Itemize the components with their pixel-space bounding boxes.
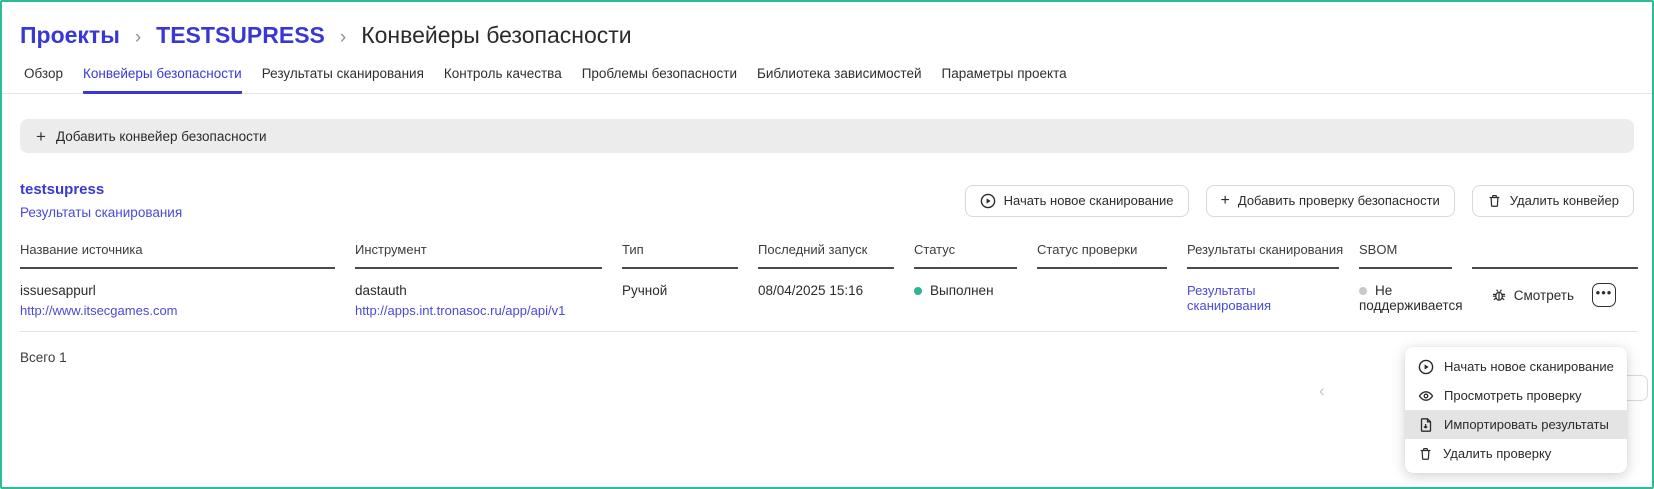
source-name: issuesappurl: [20, 283, 335, 298]
tab-security-issues[interactable]: Проблемы безопасности: [582, 66, 737, 93]
bug-icon: [1491, 287, 1507, 303]
tab-overview[interactable]: Обзор: [24, 66, 63, 93]
row-context-menu: Начать новое сканирование Просмотреть пр…: [1405, 347, 1627, 473]
tool-name: dastauth: [355, 283, 602, 298]
breadcrumb-projects-link[interactable]: Проекты: [20, 22, 120, 49]
add-pipeline-button[interactable]: + Добавить конвейер безопасности: [20, 119, 1634, 153]
col-actions: [1472, 242, 1638, 269]
start-scan-button[interactable]: Начать новое сканирование: [965, 185, 1189, 217]
pipelines-table: Название источника Инструмент Тип Послед…: [20, 242, 1638, 332]
plus-icon: +: [1221, 192, 1230, 210]
chevron-right-icon: ›: [135, 27, 141, 49]
col-tool: Инструмент: [355, 242, 622, 269]
col-type: Тип: [622, 242, 758, 269]
pipeline-title-block: testsupress Результаты сканирования: [20, 181, 182, 220]
tab-dependency-library[interactable]: Библиотека зависимостей: [757, 66, 921, 93]
tab-bar: Обзор Конвейеры безопасности Результаты …: [2, 66, 1652, 94]
app-window: Проекты › TESTSUPRESS › Конвейеры безопа…: [0, 0, 1654, 489]
pipeline-header: testsupress Результаты сканирования Нача…: [20, 181, 1634, 220]
tab-project-settings[interactable]: Параметры проекта: [942, 66, 1067, 93]
cell-sbom: Не поддерживается: [1359, 269, 1472, 332]
plus-icon: +: [36, 128, 46, 145]
page-title: Конвейеры безопасности: [361, 22, 631, 49]
sbom-status-text: Не поддерживается: [1359, 283, 1463, 313]
cell-source: issuesappurl http://www.itsecgames.com: [20, 269, 355, 332]
status-text: Выполнен: [930, 283, 994, 298]
menu-item-view-check[interactable]: Просмотреть проверку: [1405, 381, 1627, 410]
trash-icon: [1418, 446, 1433, 462]
file-import-icon: [1418, 417, 1434, 433]
table-row: issuesappurl http://www.itsecgames.com d…: [20, 269, 1638, 332]
menu-item-delete-check[interactable]: Удалить проверку: [1405, 439, 1627, 468]
delete-pipeline-button[interactable]: Удалить конвейер: [1472, 185, 1634, 217]
scan-results-link[interactable]: Результаты сканирования: [1187, 283, 1271, 313]
source-url-link[interactable]: http://www.itsecgames.com: [20, 303, 178, 318]
more-actions-button[interactable]: •••: [1592, 283, 1616, 307]
total-count: Всего 1: [20, 350, 1634, 365]
add-pipeline-label: Добавить конвейер безопасности: [56, 129, 267, 144]
pagination-prev-icon[interactable]: ‹: [1319, 381, 1325, 401]
pipeline-results-link[interactable]: Результаты сканирования: [20, 205, 182, 220]
tab-scan-results[interactable]: Результаты сканирования: [262, 66, 424, 93]
chevron-right-icon: ›: [340, 27, 346, 49]
col-status: Статус: [914, 242, 1037, 269]
cell-status: Выполнен: [914, 269, 1037, 332]
cell-actions: Смотреть •••: [1472, 269, 1638, 332]
cell-scan-results: Результаты сканирования: [1187, 269, 1359, 332]
trash-icon: [1487, 193, 1502, 209]
eye-icon: [1418, 388, 1434, 404]
cell-last-run: 08/04/2025 15:16: [758, 269, 914, 332]
add-check-label: Добавить проверку безопасности: [1238, 193, 1440, 208]
view-button[interactable]: Смотреть: [1491, 287, 1574, 303]
sbom-dot-gray: [1359, 287, 1367, 295]
breadcrumb-project-link[interactable]: TESTSUPRESS: [156, 22, 325, 49]
play-circle-icon: [1418, 359, 1434, 375]
col-check-status: Статус проверки: [1037, 242, 1187, 269]
tab-security-pipelines[interactable]: Конвейеры безопасности: [83, 66, 242, 94]
status-dot-green: [914, 287, 922, 295]
col-source-name: Название источника: [20, 242, 355, 269]
cell-tool: dastauth http://apps.int.tronasoc.ru/app…: [355, 269, 622, 332]
cell-type: Ручной: [622, 269, 758, 332]
start-scan-label: Начать новое сканирование: [1004, 193, 1174, 208]
tab-quality-control[interactable]: Контроль качества: [444, 66, 562, 93]
cell-check-status: [1037, 269, 1187, 332]
pipeline-name-link[interactable]: testsupress: [20, 181, 182, 198]
play-circle-icon: [980, 193, 996, 209]
tool-url-link[interactable]: http://apps.int.tronasoc.ru/app/api/v1: [355, 303, 565, 318]
col-scan-results: Результаты сканирования: [1187, 242, 1359, 269]
view-label: Смотреть: [1514, 288, 1574, 303]
pipeline-actions: Начать новое сканирование + Добавить про…: [965, 185, 1634, 217]
add-check-button[interactable]: + Добавить проверку безопасности: [1206, 185, 1455, 217]
table-header-row: Название источника Инструмент Тип Послед…: [20, 242, 1638, 269]
col-sbom: SBOM: [1359, 242, 1472, 269]
menu-item-import-results[interactable]: Импортировать результаты: [1405, 410, 1627, 439]
menu-item-start-scan[interactable]: Начать новое сканирование: [1405, 352, 1627, 381]
breadcrumb: Проекты › TESTSUPRESS › Конвейеры безопа…: [2, 2, 1652, 49]
delete-pipeline-label: Удалить конвейер: [1510, 193, 1619, 208]
col-last-run: Последний запуск: [758, 242, 914, 269]
